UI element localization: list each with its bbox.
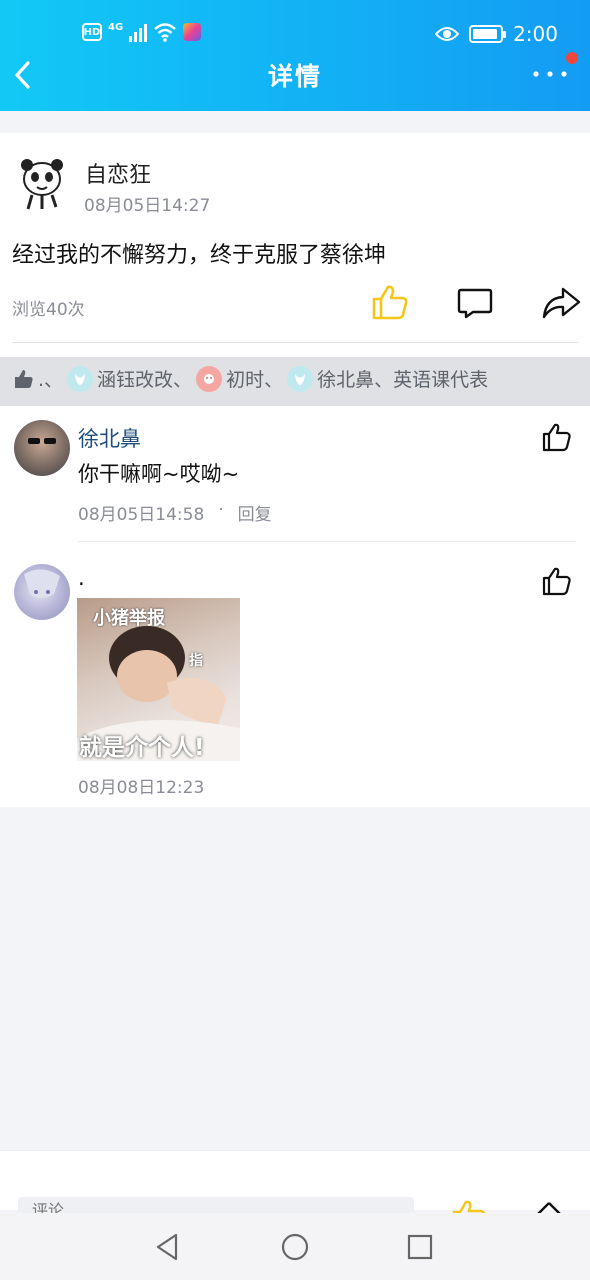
battery-icon [469, 25, 507, 43]
divider [12, 342, 578, 343]
comment-like-icon[interactable] [542, 566, 572, 596]
commenter-name[interactable]: 徐北鼻 [78, 423, 141, 453]
comment-text: 你干嘛啊~哎呦~ [78, 462, 240, 486]
like-icon[interactable] [371, 283, 409, 321]
notification-dot [566, 52, 578, 64]
sticker-caption-bottom: 就是介个人! [79, 735, 205, 761]
comments-list: 徐北鼻 你干嘛啊~哎呦~ 08月05日14:58 · 回复 . 小猪举报 指 就… [0, 406, 590, 807]
post-text: 经过我的不懈努力，终于克服了蔡徐坤 [12, 243, 387, 268]
sticker-caption-top: 小猪举报 [93, 608, 165, 629]
likers-bar: .、 涵钰改改、 初时、 徐北鼻、英语课代表 [0, 357, 590, 406]
status-time: 2:00 [513, 22, 558, 46]
liker-name[interactable]: 涵钰改改、 [97, 365, 192, 392]
system-nav-bar [0, 1213, 590, 1280]
app-notification-icon [183, 23, 202, 41]
post-time: 08月05日14:27 [84, 196, 211, 216]
comment-meta: 08月05日14:58 · 回复 [78, 500, 272, 525]
share-icon[interactable] [541, 286, 581, 320]
back-triangle-icon[interactable] [152, 1231, 184, 1263]
home-circle-icon[interactable] [279, 1231, 311, 1263]
commenter-name[interactable]: . [78, 566, 85, 590]
signal-icon [129, 22, 148, 42]
comment-time: 08月08日12:23 [78, 778, 205, 798]
liker-avatar [196, 365, 223, 392]
view-count: 浏览40次 [12, 300, 85, 320]
hd-icon: HD [82, 23, 102, 41]
comment-sticker-image[interactable]: 小猪举报 指 就是介个人! [77, 598, 240, 761]
comment-meta: 08月08日12:23 [78, 773, 204, 798]
separator-dot: · [218, 500, 224, 520]
recents-square-icon[interactable] [404, 1231, 436, 1263]
commenter-avatar[interactable] [14, 420, 70, 476]
comment-like-icon[interactable] [542, 422, 572, 452]
author-name[interactable]: 自恋狂 [85, 157, 151, 189]
post-card: 自恋狂 08月05日14:27 经过我的不懈努力，终于克服了蔡徐坤 浏览40次 [0, 133, 590, 357]
wifi-icon [154, 23, 176, 42]
status-bar: HD 4G 2:00 [0, 20, 590, 50]
reply-button[interactable]: 回复 [238, 500, 272, 525]
like-small-icon [15, 369, 33, 388]
more-icon[interactable] [530, 62, 570, 86]
liker-name[interactable]: .、 [38, 365, 63, 392]
sticker-caption-mid: 指 [189, 653, 203, 669]
comment-time: 08月05日14:58 [78, 505, 205, 525]
liker-avatar [67, 365, 94, 392]
liker-name[interactable]: 初时、 [226, 365, 283, 392]
page-title: 详情 [267, 62, 322, 91]
network-type: 4G [108, 22, 124, 33]
eye-icon [435, 27, 460, 41]
divider [78, 541, 576, 542]
author-avatar[interactable] [14, 155, 70, 211]
comment-icon[interactable] [457, 286, 493, 320]
header-bar: HD 4G 2:00 详情 [0, 0, 590, 111]
liker-name[interactable]: 徐北鼻、英语课代表 [317, 365, 488, 392]
liker-avatar [287, 365, 314, 392]
commenter-avatar[interactable] [14, 564, 70, 620]
